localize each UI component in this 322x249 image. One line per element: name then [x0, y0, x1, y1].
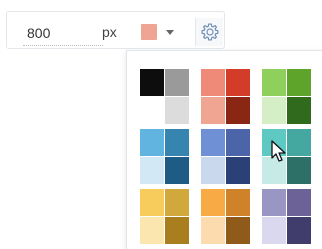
chevron-down-icon	[166, 30, 174, 35]
color-swatch-orange-light-top-left[interactable]	[201, 189, 225, 216]
color-swatch-yellow-deep-bottom-right[interactable]	[165, 217, 189, 244]
color-swatch-yellow-dark-top-right[interactable]	[165, 189, 189, 216]
toolbar: px	[6, 11, 225, 49]
color-swatch-green-deep-bottom-right[interactable]	[287, 97, 311, 124]
color-swatch-red-light-top-left[interactable]	[201, 69, 225, 96]
color-swatch-light-blue-deep-bottom-right[interactable]	[165, 157, 189, 184]
color-swatch-red-pale-bottom-left[interactable]	[201, 97, 225, 124]
color-dropdown[interactable]	[141, 22, 185, 42]
color-swatch-teal-light-top-left[interactable]	[262, 129, 286, 156]
swatch-group-yellow[interactable]	[140, 189, 189, 244]
size-input[interactable]	[27, 24, 97, 42]
color-swatch-light-blue-dark-top-right[interactable]	[165, 129, 189, 156]
color-swatch-orange-dark-top-right[interactable]	[226, 189, 250, 216]
swatch-group-grayscale[interactable]	[140, 69, 189, 124]
swatch-group-red[interactable]	[201, 69, 250, 124]
color-swatch-grayscale-dark-top-right[interactable]	[165, 69, 189, 96]
color-swatch-grayscale-light-top-left[interactable]	[140, 69, 164, 96]
color-swatch-green-pale-bottom-left[interactable]	[262, 97, 286, 124]
color-swatch-teal-pale-bottom-left[interactable]	[262, 157, 286, 184]
color-swatch-orange-deep-bottom-right[interactable]	[226, 217, 250, 244]
color-swatch-red-deep-bottom-right[interactable]	[226, 97, 250, 124]
settings-button[interactable]	[195, 18, 223, 46]
color-swatch-purple-light-top-left[interactable]	[262, 189, 286, 216]
unit-label: px	[102, 24, 117, 40]
swatch-group-purple[interactable]	[262, 189, 311, 244]
color-swatch-teal-deep-bottom-right[interactable]	[287, 157, 311, 184]
swatch-group-orange[interactable]	[201, 189, 250, 244]
swatch-group-light-blue[interactable]	[140, 129, 189, 184]
color-swatch-green-dark-top-right[interactable]	[287, 69, 311, 96]
color-swatch-light-blue-light-top-left[interactable]	[140, 129, 164, 156]
color-swatch-yellow-pale-bottom-left[interactable]	[140, 217, 164, 244]
swatch-group-blue[interactable]	[201, 129, 250, 184]
gear-icon	[201, 23, 219, 41]
color-swatch-blue-deep-bottom-right[interactable]	[226, 157, 250, 184]
color-swatch-purple-deep-bottom-right[interactable]	[287, 217, 311, 244]
swatch-group-green[interactable]	[262, 69, 311, 124]
color-swatch-blue-pale-bottom-left[interactable]	[201, 157, 225, 184]
color-swatch-grayscale-deep-bottom-right[interactable]	[165, 97, 189, 124]
color-swatch-blue-dark-top-right[interactable]	[226, 129, 250, 156]
color-swatch-grayscale-pale-bottom-left[interactable]	[140, 97, 164, 124]
color-swatch-yellow-light-top-left[interactable]	[140, 189, 164, 216]
selected-color-swatch	[141, 24, 157, 40]
color-swatch-light-blue-pale-bottom-left[interactable]	[140, 157, 164, 184]
color-swatch-blue-light-top-left[interactable]	[201, 129, 225, 156]
image-size-editor: px	[0, 0, 322, 249]
size-input-underline	[23, 45, 103, 46]
color-swatch-orange-pale-bottom-left[interactable]	[201, 217, 225, 244]
color-swatch-teal-dark-top-right[interactable]	[287, 129, 311, 156]
swatch-group-teal[interactable]	[262, 129, 311, 184]
color-swatch-red-dark-top-right[interactable]	[226, 69, 250, 96]
color-swatch-purple-pale-bottom-left[interactable]	[262, 217, 286, 244]
color-swatch-purple-dark-top-right[interactable]	[287, 189, 311, 216]
color-palette-popup	[126, 50, 322, 249]
color-swatch-green-light-top-left[interactable]	[262, 69, 286, 96]
